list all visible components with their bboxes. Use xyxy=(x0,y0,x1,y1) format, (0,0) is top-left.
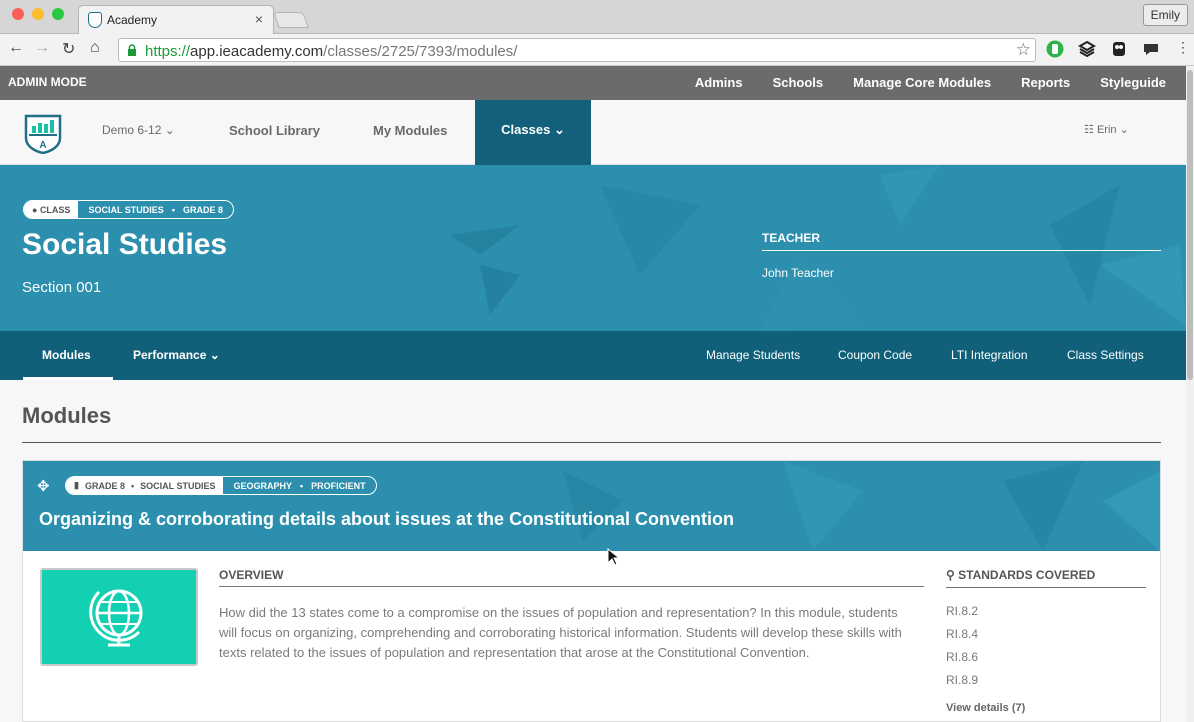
standard-item: RI.8.2 xyxy=(946,604,979,618)
browser-tab-strip: Academy × Emily xyxy=(0,0,1194,34)
class-subnav: Modules Performance ⌄ Manage Students Co… xyxy=(0,331,1186,380)
module-grade: GRADE 8 xyxy=(84,480,125,491)
nav-school-library[interactable]: School Library xyxy=(229,123,320,138)
admin-link-schools[interactable]: Schools xyxy=(773,75,824,90)
modules-heading: Modules xyxy=(22,403,112,428)
class-subject: SOCIAL STUDIES xyxy=(88,204,164,215)
admin-mode-label: ADMIN MODE xyxy=(8,75,87,89)
admin-link-reports[interactable]: Reports xyxy=(1021,75,1070,90)
chevron-down-icon: ⌄ xyxy=(209,348,220,362)
link-lti-integration[interactable]: LTI Integration xyxy=(951,348,1028,362)
bookmark-star-icon[interactable]: ☆ xyxy=(1016,40,1031,60)
module-topic: GEOGRAPHY xyxy=(233,480,292,491)
globe-icon xyxy=(89,589,143,647)
profile-button[interactable]: Emily xyxy=(1142,4,1188,26)
tab-title: Academy xyxy=(107,13,158,27)
scrollbar-thumb[interactable] xyxy=(1187,70,1193,380)
module-card-header: ✥ ▮ GRADE 8 • SOCIAL STUDIES GEOGRAPHY • PROF… xyxy=(23,461,1160,551)
tab-close-icon[interactable]: × xyxy=(255,11,263,27)
tab-performance[interactable]: Performance ⌄ xyxy=(133,348,220,362)
standard-item: RI.8.6 xyxy=(946,650,979,664)
teacher-name: John Teacher xyxy=(762,266,834,280)
standards-heading: ⚲ STANDARDS COVERED xyxy=(946,568,1096,582)
class-pill: ● CLASS SOCIAL STUDIES • GRADE 8 xyxy=(23,200,234,219)
class-label: ● CLASS xyxy=(24,201,79,218)
module-header-pattern xyxy=(563,461,1160,551)
teacher-divider xyxy=(762,250,1161,251)
drag-handle-icon[interactable]: ✥ xyxy=(37,477,50,495)
home-icon[interactable]: ⌂ xyxy=(90,39,100,57)
class-grade: GRADE 8 xyxy=(182,204,223,215)
book-icon: ▮ xyxy=(74,480,79,490)
active-tab-indicator xyxy=(23,377,113,380)
dot-separator: • xyxy=(300,480,304,491)
link-coupon-code[interactable]: Coupon Code xyxy=(838,348,912,362)
layers-extension-icon[interactable] xyxy=(1078,40,1096,58)
extension-green-icon[interactable] xyxy=(1046,40,1064,58)
address-bar[interactable]: https://app.ieacademy.com/classes/2725/7… xyxy=(118,38,1036,62)
dot-separator: • xyxy=(130,480,135,491)
admin-bar: ADMIN MODE Admins Schools Manage Core Mo… xyxy=(0,66,1186,100)
user-menu[interactable]: ☷ Erin ⌄ xyxy=(1084,123,1129,136)
overview-text: How did the 13 states come to a compromi… xyxy=(219,605,902,660)
view-details-link[interactable]: View details (7) xyxy=(946,702,1025,714)
academy-logo-icon[interactable]: A xyxy=(24,114,62,154)
tab-modules[interactable]: Modules xyxy=(42,348,91,362)
mouse-cursor-icon xyxy=(607,548,619,566)
url-text: https://app.ieacademy.com/classes/2725/7… xyxy=(145,43,518,60)
admin-links: Admins Schools Manage Core Modules Repor… xyxy=(695,75,1166,90)
overview-divider xyxy=(219,586,924,587)
nav-classes[interactable]: Classes ⌄ xyxy=(475,100,591,165)
teacher-heading: TEACHER xyxy=(762,231,821,245)
browser-tab[interactable]: Academy × xyxy=(78,5,274,34)
minimize-window-icon[interactable] xyxy=(32,8,44,20)
chat-extension-icon[interactable] xyxy=(1142,40,1160,58)
new-tab-button[interactable] xyxy=(273,12,309,28)
academy-favicon-icon xyxy=(88,12,102,28)
admin-link-styleguide[interactable]: Styleguide xyxy=(1100,75,1166,90)
main-nav: A Demo 6-12 ⌄ School Library My Modules … xyxy=(0,100,1186,165)
module-title[interactable]: Organizing & corroborating details about… xyxy=(39,509,734,530)
forward-icon[interactable]: → xyxy=(34,39,50,57)
chevron-down-icon: ⌄ xyxy=(1119,124,1129,136)
link-manage-students[interactable]: Manage Students xyxy=(706,348,800,362)
page-title: Social Studies xyxy=(22,228,228,261)
menu-icon[interactable]: ⋮ xyxy=(1176,39,1190,56)
chevron-down-icon: ⌄ xyxy=(164,123,175,137)
users-icon: ● xyxy=(32,204,40,215)
svg-text:A: A xyxy=(39,140,46,151)
reload-icon[interactable]: ↻ xyxy=(62,39,75,59)
standard-item: RI.8.4 xyxy=(946,627,979,641)
back-icon[interactable]: ← xyxy=(8,39,24,57)
sitemap-icon: ☷ xyxy=(1084,124,1094,136)
browser-toolbar: ← → ↻ ⌂ https://app.ieacademy.com/classe… xyxy=(0,34,1194,66)
nav-my-modules[interactable]: My Modules xyxy=(373,123,447,138)
overview-heading: OVERVIEW xyxy=(219,568,284,582)
module-thumbnail[interactable] xyxy=(40,568,198,666)
key-icon: ⚲ xyxy=(946,568,955,582)
chevron-down-icon: ⌄ xyxy=(553,122,565,137)
maximize-window-icon[interactable] xyxy=(52,8,64,20)
admin-link-manage-core-modules[interactable]: Manage Core Modules xyxy=(853,75,991,90)
admin-link-admins[interactable]: Admins xyxy=(695,75,743,90)
owl-extension-icon[interactable] xyxy=(1110,40,1128,58)
link-class-settings[interactable]: Class Settings xyxy=(1067,348,1144,362)
lock-icon xyxy=(128,44,136,56)
standard-item: RI.8.9 xyxy=(946,673,979,687)
module-subject: SOCIAL STUDIES xyxy=(140,480,216,491)
standards-divider xyxy=(946,587,1146,588)
school-select[interactable]: Demo 6-12 ⌄ xyxy=(102,123,175,137)
module-pill: ▮ GRADE 8 • SOCIAL STUDIES GEOGRAPHY • PROFIC… xyxy=(65,476,377,495)
close-window-icon[interactable] xyxy=(12,8,24,20)
module-card[interactable]: ✥ ▮ GRADE 8 • SOCIAL STUDIES GEOGRAPHY • PROF… xyxy=(22,460,1161,722)
module-level: PROFICIENT xyxy=(311,480,366,491)
heading-divider xyxy=(22,442,1161,443)
dot-separator: • xyxy=(171,204,175,215)
section-label: Section 001 xyxy=(22,279,102,296)
